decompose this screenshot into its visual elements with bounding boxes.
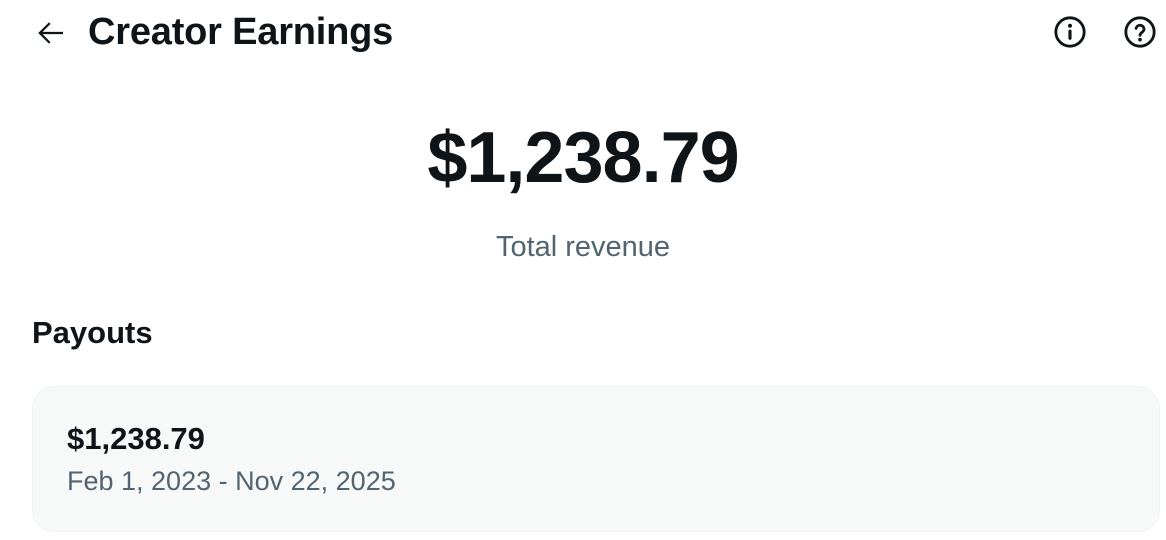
page-title: Creator Earnings bbox=[88, 11, 394, 53]
help-button[interactable] bbox=[1122, 14, 1158, 50]
arrow-left-icon bbox=[38, 22, 63, 44]
header-bar: Creator Earnings bbox=[0, 0, 1166, 66]
total-revenue-amount: $1,238.79 bbox=[427, 118, 739, 198]
payout-amount: $1,238.79 bbox=[67, 421, 205, 456]
question-circle-icon bbox=[1124, 16, 1156, 48]
back-button[interactable] bbox=[30, 14, 72, 52]
creator-earnings-page: Creator Earnings $1,238.79 Total revenue… bbox=[0, 0, 1166, 540]
info-circle-icon bbox=[1054, 16, 1086, 48]
payout-card[interactable]: $1,238.79 Feb 1, 2023 - Nov 22, 2025 bbox=[32, 386, 1160, 532]
payouts-section-title: Payouts bbox=[32, 315, 153, 350]
total-revenue-label: Total revenue bbox=[495, 231, 671, 263]
info-button[interactable] bbox=[1052, 14, 1088, 50]
payout-date-range: Feb 1, 2023 - Nov 22, 2025 bbox=[67, 466, 396, 496]
